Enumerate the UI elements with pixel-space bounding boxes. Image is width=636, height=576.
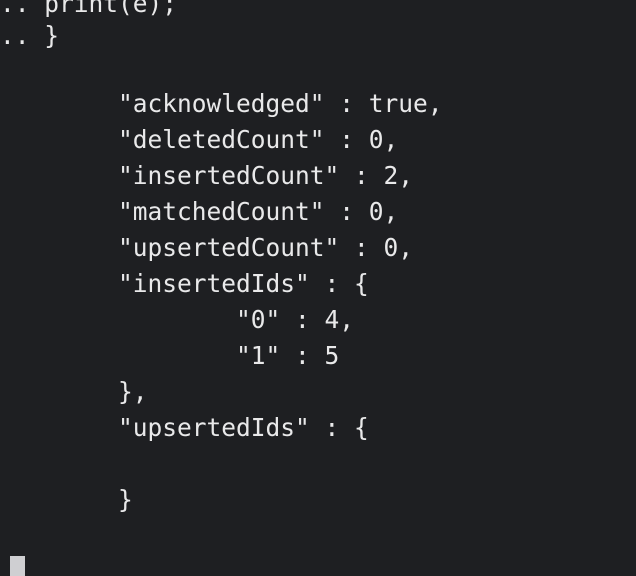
terminal-line: }: [0, 485, 133, 514]
terminal-line: .. }: [0, 21, 60, 50]
terminal-line: },: [0, 377, 148, 406]
terminal-line: "matchedCount" : 0,: [0, 197, 399, 226]
terminal-line: "upsertedIds" : {: [0, 413, 369, 442]
terminal-line: "0" : 4,: [0, 305, 355, 334]
terminal-cursor: [10, 556, 25, 576]
terminal-line: "1" : 5: [0, 341, 340, 370]
terminal-line: "acknowledged" : true,: [0, 89, 443, 118]
terminal-line: "insertedIds" : {: [0, 269, 369, 298]
terminal-line: "deletedCount" : 0,: [0, 125, 399, 154]
terminal-line: "insertedCount" : 2,: [0, 161, 414, 190]
terminal-output[interactable]: .. print(e); .. } "acknowledged" : true,…: [0, 0, 636, 576]
terminal-line: "upsertedCount" : 0,: [0, 233, 414, 262]
